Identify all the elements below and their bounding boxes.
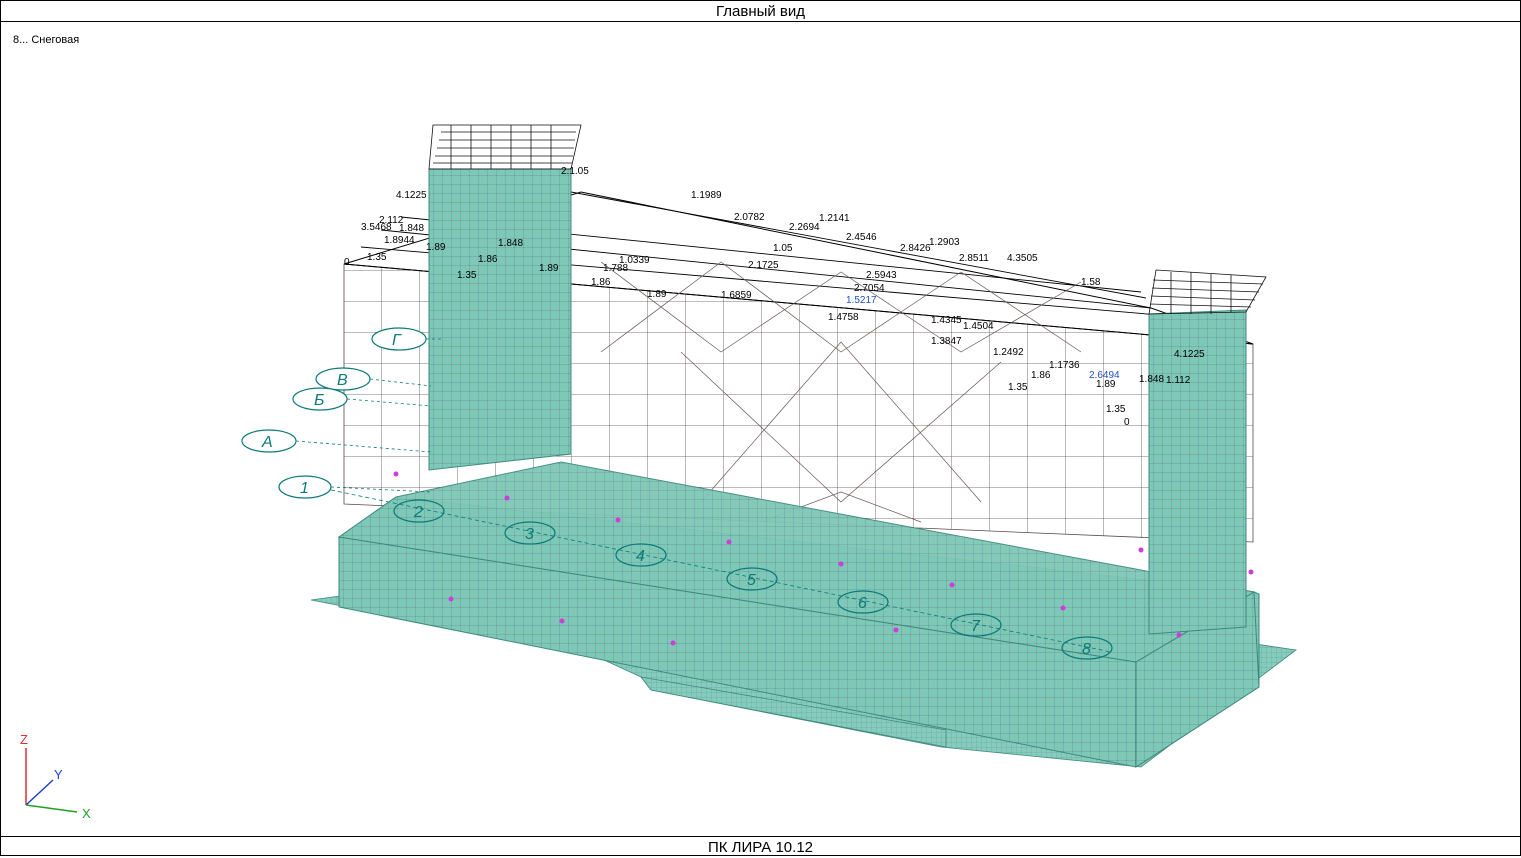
- grid-axis-label: 1: [300, 480, 309, 497]
- grid-axis-label: Б: [314, 392, 324, 409]
- grid-axis-label: 2: [413, 504, 423, 521]
- load-value: 1.2903: [929, 237, 960, 248]
- load-value: 4.1225: [396, 190, 427, 201]
- load-value: 2.5943: [866, 270, 897, 281]
- load-value: 1.112: [1166, 375, 1191, 386]
- left-tower: [428, 124, 582, 471]
- grid-axis-label: 3: [525, 526, 534, 543]
- load-value: 2.0782: [734, 212, 765, 223]
- load-value: 4.3505: [1007, 253, 1038, 264]
- load-value: 1.89: [426, 242, 446, 253]
- grid-axis-bubble[interactable]: Б: [292, 387, 348, 411]
- grid-axis-label: 4: [636, 548, 645, 565]
- load-value: 0: [344, 257, 350, 268]
- load-value: 1.58: [1081, 277, 1101, 288]
- load-value: 1.4758: [828, 312, 859, 323]
- load-value: 2.8426: [900, 243, 931, 254]
- load-value: 1.89: [647, 289, 667, 300]
- load-value: 2.4546: [846, 232, 877, 243]
- grid-axis-bubble[interactable]: В: [315, 367, 371, 391]
- axis-x-label: X: [82, 806, 91, 821]
- load-value: 1.2141: [819, 213, 850, 224]
- grid-axis-label: В: [337, 372, 348, 389]
- axis-z-label: Z: [20, 732, 28, 747]
- model-viewport[interactable]: Г В Б А 1 2 3 4 5 6 7 8 4.1225 3.5468 2.…: [1, 22, 1520, 837]
- load-value: 2.2694: [789, 222, 820, 233]
- load-case-label: 8... Снеговая: [13, 34, 80, 46]
- grid-axis-bubble[interactable]: А: [241, 429, 297, 453]
- load-value: 1.89: [539, 263, 559, 274]
- structural-model-drawing[interactable]: Г В Б А 1 2 3 4 5 6 7 8 4.1225 3.5468 2.…: [1, 22, 1520, 837]
- load-value: 1.35: [457, 270, 477, 281]
- load-value: 2.6494: [1089, 370, 1120, 381]
- axis-y-label: Y: [54, 767, 63, 782]
- load-value: 1.1736: [1049, 360, 1080, 371]
- grid-axis-bubble[interactable]: Г: [371, 327, 427, 351]
- main-view-window: Главный вид Г В Б А 1 2 3 4 5 6 7 8 4.12…: [0, 0, 1521, 856]
- grid-axis-bubble[interactable]: 1: [278, 475, 332, 499]
- load-value: 1.848: [1139, 374, 1164, 385]
- axes-triad: Z Y X: [20, 732, 91, 821]
- grid-axis-label: А: [261, 434, 273, 451]
- load-value: 1.2492: [993, 347, 1024, 358]
- load-value: 4.1225: [1174, 349, 1205, 360]
- load-value: 1.5217: [846, 295, 877, 306]
- load-value: 1.05: [773, 243, 793, 254]
- load-value: 1.86: [591, 277, 611, 288]
- load-value: 1.6859: [721, 290, 752, 301]
- load-value: 1.4504: [963, 321, 994, 332]
- grid-axis-label: Г: [392, 332, 402, 349]
- load-value: 1.3847: [931, 336, 962, 347]
- product-status: ПК ЛИРА 10.12: [1, 836, 1520, 856]
- load-value: 1.35: [1106, 404, 1126, 415]
- load-value: 1.1989: [691, 190, 722, 201]
- load-value: 2.1725: [748, 260, 779, 271]
- load-value: 1.86: [1031, 370, 1051, 381]
- load-value: 1.35: [1008, 382, 1028, 393]
- load-value: 1.0339: [619, 255, 650, 266]
- load-value: 1.4345: [931, 315, 962, 326]
- load-value: 2.8511: [959, 253, 989, 264]
- load-value: 1.848: [399, 223, 424, 234]
- grid-axis-label: 7: [971, 618, 981, 635]
- load-value: 1.8944: [384, 235, 415, 246]
- load-value: 1.86: [478, 254, 498, 265]
- window-title: Главный вид: [1, 1, 1520, 22]
- load-value: 2.7054: [854, 283, 885, 294]
- grid-axis-label: 6: [858, 595, 867, 612]
- load-value: 2.1.05: [561, 166, 589, 177]
- grid-axis-label: 5: [747, 572, 756, 589]
- load-value: 1.35: [367, 252, 387, 263]
- load-value: 1.848: [498, 238, 523, 249]
- grid-axis-label: 8: [1082, 641, 1091, 658]
- load-value: 0: [1124, 417, 1130, 428]
